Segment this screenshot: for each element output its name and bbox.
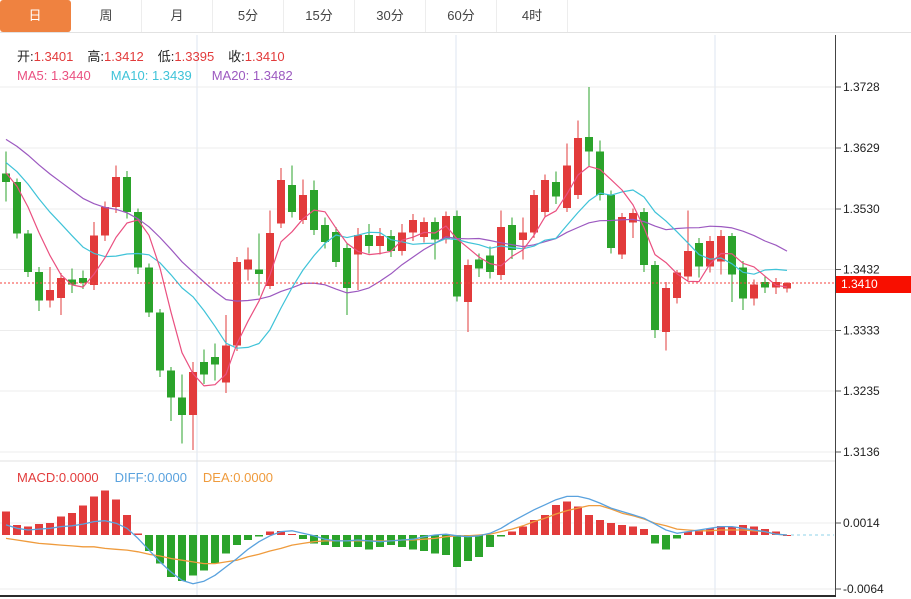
svg-text:0.0014: 0.0014 — [843, 516, 880, 530]
open-label: 开: — [17, 49, 34, 64]
ohlc-readout: 开:1.3401 高:1.3412 低:1.3395 收:1.3410 — [17, 46, 299, 65]
ma20-value: 1.3482 — [253, 68, 293, 83]
trading-chart-app: 日 周 月 5分 15分 30分 60分 4时 1.3728 1.3629 1.35… — [0, 0, 911, 599]
candlestick-macd-chart[interactable]: 1.3728 1.3629 1.3530 1.3432 1.3333 1.3235 1.31… — [0, 33, 911, 599]
svg-text:1.3333: 1.3333 — [843, 324, 880, 338]
ma20-line — [6, 139, 787, 301]
ma10-label: MA10: — [111, 68, 149, 83]
ma5-value: 1.3440 — [51, 68, 91, 83]
low-label: 低: — [158, 49, 175, 64]
ma-lines-layer — [6, 139, 787, 386]
close-label: 收: — [228, 49, 245, 64]
svg-text:1.3432: 1.3432 — [843, 263, 880, 277]
tab-4hour[interactable]: 4时 — [497, 0, 568, 32]
high-label: 高: — [87, 49, 104, 64]
svg-text:-0.0064: -0.0064 — [843, 582, 884, 596]
last-price-badge: 1.3410 — [836, 276, 911, 293]
ma5-label: MA5: — [17, 68, 47, 83]
svg-text:1.3629: 1.3629 — [843, 141, 880, 155]
macd-histogram — [2, 490, 791, 581]
diff-label: DIFF: — [115, 470, 148, 485]
tab-month[interactable]: 月 — [142, 0, 213, 32]
macd-lines — [6, 496, 834, 583]
macd-readout: MACD:0.0000 DIFF:0.0000 DEA:0.0000 — [17, 470, 293, 485]
diff-value: 0.0000 — [147, 470, 187, 485]
low-value: 1.3395 — [174, 49, 214, 64]
tab-60min[interactable]: 60分 — [426, 0, 497, 32]
price-axis: 1.3728 1.3629 1.3530 1.3432 1.3333 1.3235 1.31… — [0, 35, 884, 596]
tab-5min[interactable]: 5分 — [213, 0, 284, 32]
tab-week[interactable]: 周 — [71, 0, 142, 32]
macd-label: MACD: — [17, 470, 59, 485]
close-value: 1.3410 — [245, 49, 285, 64]
svg-text:1.3136: 1.3136 — [843, 445, 880, 459]
tab-30min[interactable]: 30分 — [355, 0, 426, 32]
timeframe-tabbar: 日 周 月 5分 15分 30分 60分 4时 — [0, 0, 911, 33]
grid-layer — [0, 35, 835, 596]
ma-readout: MA5: 1.3440 MA10: 1.3439 MA20: 1.3482 — [17, 68, 313, 83]
dea-label: DEA: — [203, 470, 233, 485]
svg-text:1.3235: 1.3235 — [843, 384, 880, 398]
ma20-label: MA20: — [212, 68, 250, 83]
ma10-value: 1.3439 — [152, 68, 192, 83]
dea-value: 0.0000 — [233, 470, 273, 485]
svg-text:1.3728: 1.3728 — [843, 80, 880, 94]
tab-15min[interactable]: 15分 — [284, 0, 355, 32]
open-value: 1.3401 — [34, 49, 74, 64]
high-value: 1.3412 — [104, 49, 144, 64]
macd-value: 0.0000 — [59, 470, 99, 485]
tab-day[interactable]: 日 — [0, 0, 71, 32]
svg-text:1.3530: 1.3530 — [843, 202, 880, 216]
